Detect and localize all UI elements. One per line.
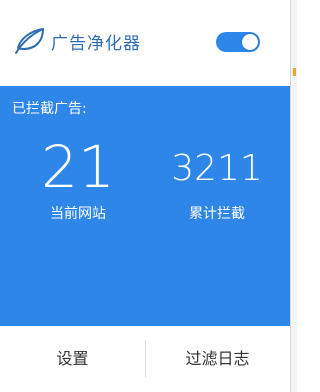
current-site-count: 21: [41, 133, 115, 201]
footer: 设置 过滤日志: [0, 326, 290, 392]
blocked-ads-label: 已拦截广告:: [12, 101, 87, 117]
app-title: 广告净化器: [51, 34, 141, 54]
filter-log-button[interactable]: 过滤日志: [145, 326, 290, 392]
toggle-knob: [242, 34, 258, 50]
edge-marker: [293, 68, 296, 76]
enable-toggle[interactable]: [216, 32, 260, 52]
browser-scrollbar-edge: [291, 0, 297, 392]
settings-button[interactable]: 设置: [0, 326, 145, 392]
header: 广告净化器: [0, 0, 290, 84]
total-blocked-label: 累计拦截: [189, 206, 245, 222]
total-blocked-count: 3211: [171, 148, 263, 189]
leaf-icon: [15, 28, 44, 54]
stats-panel: 已拦截广告: 21 3211 当前网站 累计拦截: [0, 86, 290, 326]
current-site-label: 当前网站: [50, 206, 106, 222]
adblock-popup: 广告净化器 已拦截广告: 21 3211 当前网站 累计拦截 设置 过滤日志: [0, 0, 291, 392]
